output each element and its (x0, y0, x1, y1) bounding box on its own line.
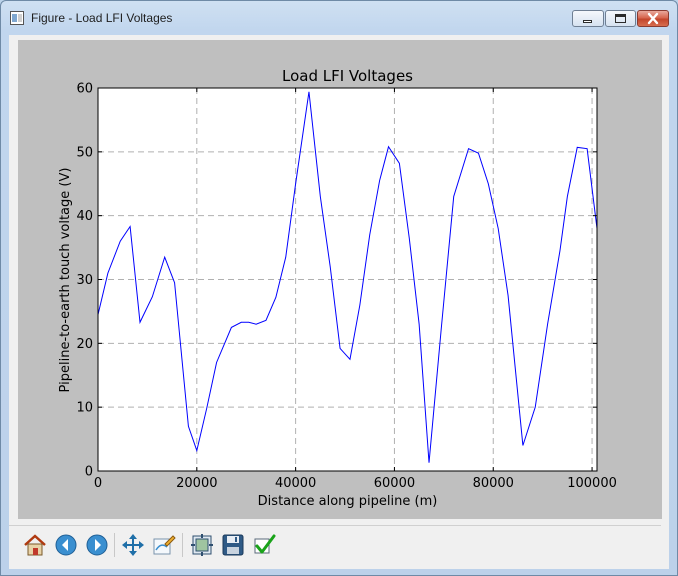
pan-icon (122, 534, 144, 556)
line-chart: 0 20000 40000 60000 80000 100000 0 10 20 30 40 50 60… (58, 67, 617, 509)
y-tick-label: 0 (85, 465, 93, 480)
forward-button[interactable] (83, 531, 111, 559)
apply-button[interactable] (250, 531, 278, 559)
pan-button[interactable] (119, 531, 147, 559)
forward-icon (86, 534, 108, 556)
figure-canvas: 0 20000 40000 60000 80000 100000 0 10 20 30 40 50 60… (18, 40, 662, 519)
x-tick-label: 20000 (176, 476, 217, 491)
figure-client-area: 0 20000 40000 60000 80000 100000 0 10 20 30 40 50 60… (9, 35, 669, 569)
navigation-toolbar (9, 525, 661, 564)
chart-title: Load LFI Voltages (282, 67, 413, 85)
y-axis-label: Pipeline-to-earth touch voltage (V) (58, 168, 73, 393)
save-icon (222, 534, 244, 556)
x-tick-label: 80000 (473, 476, 514, 491)
y-tick-label: 50 (76, 145, 93, 160)
close-icon (647, 12, 659, 25)
back-button[interactable] (52, 531, 80, 559)
toolbar-separator (114, 533, 115, 557)
configure-subplots-icon (191, 534, 213, 556)
figure-window: Figure - Load LFI Voltages 0 20000 40000… (0, 0, 678, 576)
minimize-icon (583, 20, 592, 23)
y-tick-label: 60 (76, 82, 93, 97)
back-icon (55, 534, 77, 556)
x-tick-label: 100000 (567, 476, 617, 491)
window-title: Figure - Load LFI Voltages (31, 11, 173, 25)
y-tick-label: 10 (76, 401, 93, 416)
check-icon (254, 534, 276, 554)
toolbar-separator (182, 533, 183, 557)
x-axis-label: Distance along pipeline (m) (258, 494, 438, 509)
y-tick-label: 30 (76, 273, 93, 288)
title-bar[interactable]: Figure - Load LFI Voltages (1, 1, 677, 35)
home-button[interactable] (21, 531, 49, 559)
edit-curve-icon (153, 535, 176, 555)
save-button[interactable] (219, 531, 247, 559)
x-tick-label: 60000 (374, 476, 415, 491)
close-button[interactable] (637, 10, 669, 27)
figure-app-icon (10, 11, 24, 25)
minimize-button[interactable] (572, 10, 604, 27)
x-tick-label: 0 (94, 476, 102, 491)
configure-subplots-button[interactable] (188, 531, 216, 559)
maximize-icon (615, 14, 626, 23)
home-icon (24, 534, 46, 556)
y-tick-label: 40 (76, 209, 93, 224)
y-tick-label: 20 (76, 337, 93, 352)
edit-curve-button[interactable] (150, 531, 178, 559)
maximize-button[interactable] (605, 10, 636, 27)
x-tick-label: 40000 (275, 476, 316, 491)
